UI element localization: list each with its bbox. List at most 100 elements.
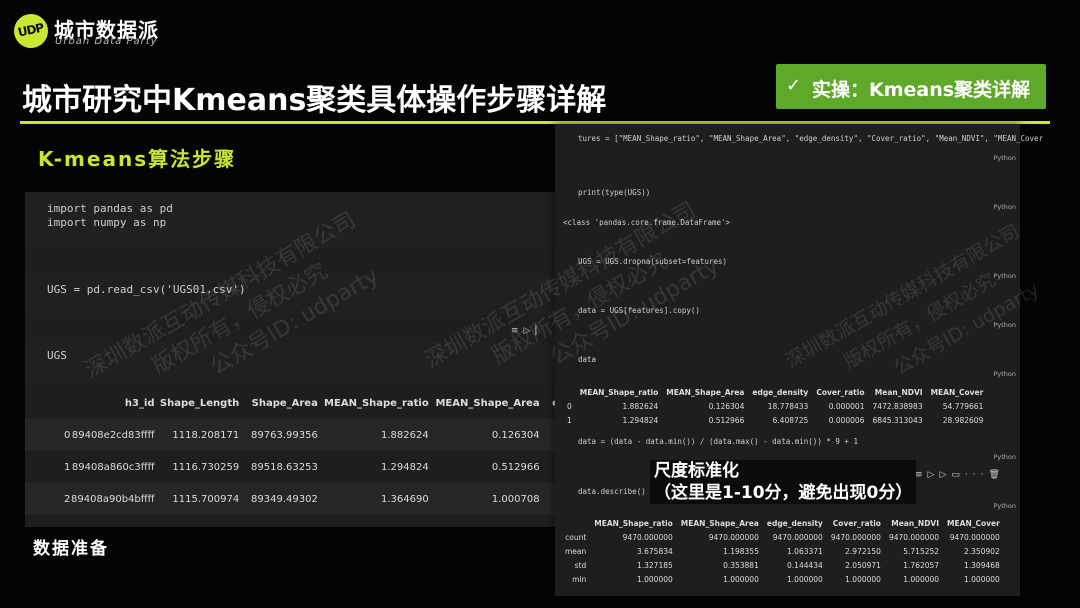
cell: 0.512966 <box>708 415 745 425</box>
cell: 0.144434 <box>787 560 823 570</box>
cell: 1 <box>63 461 71 473</box>
cell: 1.000000 <box>845 574 881 584</box>
cell: 2 <box>63 493 71 505</box>
cell: 1.000708 <box>491 493 540 505</box>
check-icon: ✓ <box>786 75 802 96</box>
data-table: MEAN_Shape_ratio MEAN_Shape_Area edge_de… <box>563 385 987 427</box>
col-header: Cover_ratio <box>832 518 881 528</box>
section-label: 数据准备 <box>33 539 109 559</box>
table-row: count 9470.000000 9470.000000 9470.00000… <box>561 530 1004 544</box>
cell: 0.126304 <box>491 429 540 441</box>
cell: 0.512966 <box>491 461 540 473</box>
describe-table: MEAN_Shape_ratio MEAN_Shape_Area edge_de… <box>561 516 1004 586</box>
cell: 1.294824 <box>381 461 429 473</box>
page-title: 城市研究中Kmeans聚类具体操作步骤详解 <box>22 83 607 118</box>
table-row: 0 89408e2cd83ffff 1118.208171 89763.9935… <box>25 419 585 451</box>
col-header <box>561 516 590 530</box>
table-row: 1 1.294824 0.512966 6.408725 0.000006 68… <box>563 413 987 427</box>
table-row: 0 1.882624 0.126304 18.778433 0.000001 7… <box>563 399 987 413</box>
cell: 9470.000000 <box>708 532 759 542</box>
cell: count <box>565 532 587 542</box>
cell: 1.000000 <box>964 574 1000 584</box>
cell: 9470.000000 <box>772 532 823 542</box>
python-label: Python <box>993 502 1016 510</box>
ugs-line: UGS <box>47 349 67 362</box>
cell: 9470.000000 <box>622 532 673 542</box>
cell: 0.126304 <box>708 401 745 411</box>
cell: 1.000000 <box>636 574 673 584</box>
table-row: 1 89408a860c3ffff 1116.730259 89518.6325… <box>25 451 585 483</box>
cell: 0 <box>567 401 572 411</box>
cell: 1.882624 <box>622 401 659 411</box>
import-line-1: import pandas as pd <box>47 202 173 215</box>
brand-logo-icon: UDP <box>10 10 52 52</box>
describe-line: data.describe() <box>578 487 646 496</box>
cell: 28.982609 <box>942 415 984 425</box>
python-label: Python <box>993 203 1016 211</box>
cell: 89763.99356 <box>251 429 318 441</box>
cell: 1.364690 <box>381 493 429 505</box>
annotation-detail: （这里是1-10分，避免出现0分） <box>654 483 913 503</box>
col-header: MEAN_Shape_ratio <box>594 518 673 528</box>
python-label: Python <box>993 370 1016 378</box>
normalize-line: data = (data - data.min()) / (data.max()… <box>578 437 858 446</box>
cell: 2.350902 <box>964 546 1000 556</box>
scaling-annotation: 尺度标准化 （这里是1-10分，避免出现0分） <box>650 460 917 504</box>
cell: 1.063371 <box>787 546 823 556</box>
cell: 89408a90b4bffff <box>71 493 155 505</box>
brand-name-en: Urban Data Party <box>55 36 158 47</box>
cell: 1.198355 <box>723 546 759 556</box>
cell: std <box>574 560 587 570</box>
cell: 89408a860c3ffff <box>71 461 155 473</box>
cell: mean <box>565 546 587 556</box>
cell: 6845.313043 <box>872 415 923 425</box>
python-label: Python <box>993 154 1016 162</box>
cell: 2.972150 <box>845 546 881 556</box>
cell: 3.675834 <box>636 546 673 556</box>
cell: 9470.000000 <box>949 532 1000 542</box>
cell: 9470.000000 <box>830 532 881 542</box>
col-header <box>563 385 576 399</box>
cell: 54.779661 <box>942 401 984 411</box>
col-header: Shape_Area <box>251 397 318 409</box>
cell: 18.778433 <box>767 401 809 411</box>
topic-badge: ✓ 实操：Kmeans聚类详解 <box>776 64 1046 109</box>
cell: 89349.49302 <box>251 493 318 505</box>
table-row: mean 3.675834 1.198355 1.063371 2.972150… <box>561 544 1004 558</box>
col-header: MEAN_Cover <box>930 387 984 397</box>
import-line-2: import numpy as np <box>47 216 167 229</box>
cell: 1.882624 <box>381 429 429 441</box>
col-header: MEAN_Shape_Area <box>666 387 745 397</box>
cell: 1.327185 <box>636 560 673 570</box>
cell: 1.762057 <box>903 560 940 570</box>
cell: 1.000000 <box>787 574 823 584</box>
badge-text: 实操：Kmeans聚类详解 <box>812 79 1031 101</box>
cell: 1115.700974 <box>172 493 240 505</box>
cell: 1.309468 <box>964 560 1000 570</box>
brand-mark-text: UDP <box>16 20 45 40</box>
cell: 7472.838983 <box>872 401 923 411</box>
cell: 2.050971 <box>845 560 881 570</box>
cell: min <box>572 574 587 584</box>
col-header <box>25 387 70 419</box>
cell: 6.408725 <box>772 415 809 425</box>
cell: 1118.208171 <box>172 429 240 441</box>
cell: 0.353881 <box>723 560 759 570</box>
cell: 5.715252 <box>903 546 940 556</box>
print-line: print(type(UGS)) <box>578 188 651 197</box>
table-row: 2 89408a90b4bffff 1115.700974 89349.4930… <box>25 483 585 515</box>
cell: 0 <box>63 429 71 441</box>
cell-toolbar[interactable]: ≡▷▷▭···🗑 <box>915 470 1005 480</box>
cell: 9470.000000 <box>888 532 940 542</box>
python-label: Python <box>993 453 1016 461</box>
col-header: edge_density <box>766 518 823 528</box>
col-header: MEAN_Shape_ratio <box>324 397 429 409</box>
annotation-title: 尺度标准化 <box>654 461 739 481</box>
cell: 1.294824 <box>622 415 659 425</box>
cell: 1116.730259 <box>172 461 240 473</box>
section-subtitle: K-means算法步骤 <box>38 147 237 171</box>
cell: 89518.63253 <box>251 461 318 473</box>
table-row: min 1.000000 1.000000 1.000000 1.000000 … <box>561 572 1004 586</box>
col-header: MEAN_Shape_ratio <box>579 387 659 397</box>
cell: 1.000000 <box>903 574 940 584</box>
